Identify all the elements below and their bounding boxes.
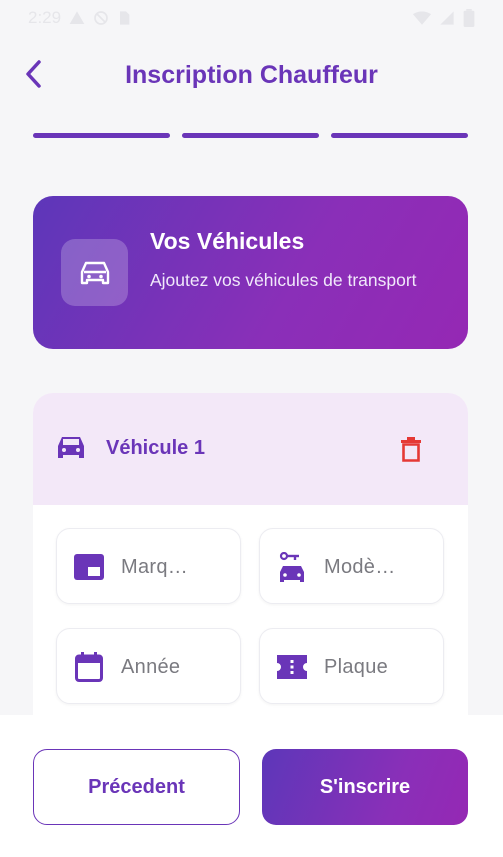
plate-field[interactable] bbox=[259, 628, 444, 704]
chevron-left-icon bbox=[26, 60, 41, 88]
submit-button[interactable]: S'inscrire bbox=[262, 749, 468, 825]
ticket-icon bbox=[276, 651, 308, 683]
brand-icon bbox=[73, 551, 105, 583]
previous-button[interactable]: Précedent bbox=[33, 749, 240, 825]
step-progress bbox=[33, 133, 468, 138]
signal-icon bbox=[440, 11, 454, 25]
warning-icon bbox=[69, 11, 85, 24]
status-time: 2:29 bbox=[28, 8, 62, 27]
progress-step-1 bbox=[33, 133, 170, 138]
banner-title: Vos Véhicules bbox=[150, 228, 305, 254]
model-input[interactable] bbox=[324, 547, 434, 587]
back-button[interactable] bbox=[16, 54, 52, 94]
delete-vehicle-button[interactable] bbox=[395, 433, 427, 467]
wifi-icon bbox=[413, 11, 431, 25]
do-not-disturb-icon bbox=[94, 11, 108, 25]
year-field[interactable] bbox=[56, 628, 241, 704]
year-input[interactable] bbox=[121, 647, 231, 687]
sd-card-icon bbox=[120, 11, 130, 25]
page-title: Inscription Chauffeur bbox=[125, 60, 378, 89]
banner-subtitle: Ajoutez vos véhicules de transport bbox=[150, 270, 417, 290]
car-key-icon bbox=[276, 551, 308, 583]
brand-input[interactable] bbox=[121, 547, 231, 587]
brand-field[interactable] bbox=[56, 528, 241, 604]
app-bar: Inscription Chauffeur bbox=[0, 44, 503, 106]
car-icon bbox=[58, 437, 84, 458]
bottom-action-bar: Précedent S'inscrire bbox=[0, 715, 503, 857]
plate-input[interactable] bbox=[324, 647, 434, 687]
vehicles-banner: Vos Véhicules Ajoutez vos véhicules de t… bbox=[33, 196, 468, 349]
progress-step-2 bbox=[182, 133, 319, 138]
calendar-icon bbox=[73, 651, 105, 683]
vehicle-title: Véhicule 1 bbox=[106, 437, 205, 459]
banner-car-icon-box bbox=[61, 239, 128, 306]
trash-icon bbox=[401, 437, 421, 462]
car-icon bbox=[80, 261, 109, 284]
vehicle-card-header: Véhicule 1 bbox=[33, 393, 468, 505]
battery-icon bbox=[463, 9, 475, 27]
status-bar: 2:29 bbox=[0, 0, 503, 36]
model-field[interactable] bbox=[259, 528, 444, 604]
progress-step-3 bbox=[331, 133, 468, 138]
